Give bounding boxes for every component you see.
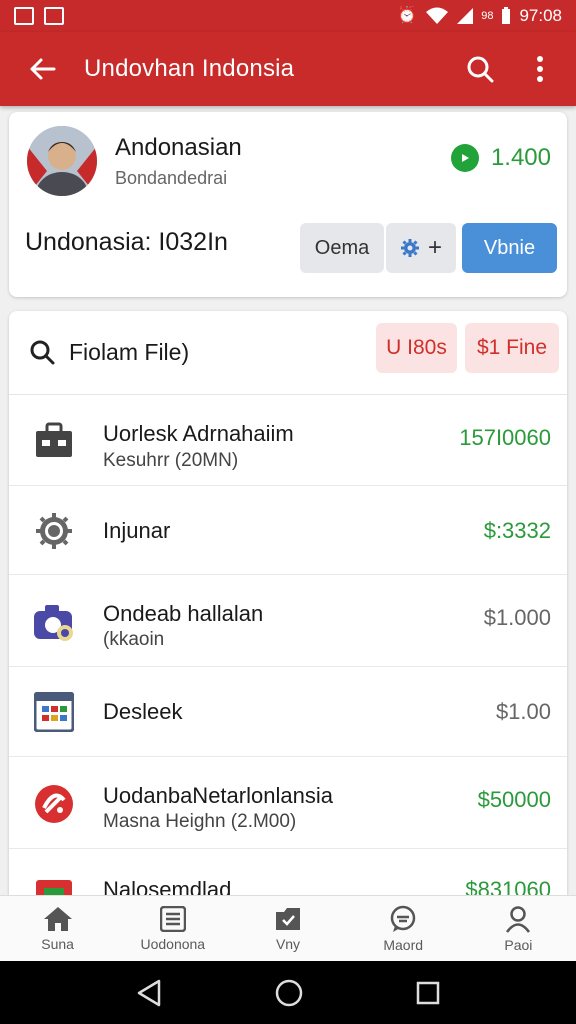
red-target-icon [33, 783, 75, 825]
list-item[interactable]: Ondeab hallalan (kkaoin $1.000 [9, 575, 567, 667]
network-label: 98 [481, 10, 494, 22]
nav-item-chat[interactable]: Maord [346, 896, 461, 961]
list-item[interactable]: Injunar $:3332 [9, 486, 567, 575]
nav-label: Paoi [504, 936, 533, 953]
avatar[interactable] [27, 126, 97, 196]
file-header: Fiolam File) U I80s $1 Fine [9, 311, 567, 395]
item-title: Ondeab hallalan [103, 601, 264, 626]
file-section-title: Fiolam File) [69, 339, 190, 365]
item-subtitle: (kkaoin [103, 629, 165, 650]
circle-home-icon [275, 979, 303, 1006]
page-title: Undovhan Indonsia [84, 55, 295, 82]
search-icon [467, 56, 494, 83]
home-icon [43, 906, 72, 931]
system-home-button[interactable] [275, 979, 303, 1007]
item-value: $50000 [477, 787, 551, 812]
square-recents-icon [416, 981, 439, 1004]
app-bar: Undovhan Indonsia [0, 32, 576, 106]
back-arrow-icon [30, 58, 56, 80]
camera-icon [33, 601, 75, 643]
vbnie-label: Vbnie [483, 236, 536, 259]
nav-item-list[interactable]: Uodonona [115, 896, 230, 961]
item-title: Desleek [103, 699, 183, 724]
add-symbol: + [427, 234, 442, 261]
balance-value: 1.400 [490, 144, 551, 171]
item-value: $1.00 [495, 699, 551, 724]
status-right: ⏰ 98 97:08 [397, 6, 562, 26]
gear-icon [33, 510, 75, 552]
oema-button[interactable]: Oema [300, 223, 384, 273]
file-list-card: Fiolam File) U I80s $1 Fine Uorlesk Adrn… [9, 311, 567, 911]
nav-label: Maord [383, 936, 424, 953]
status-time: 97:08 [519, 6, 562, 25]
item-title: Uorlesk Adrnahaiim [103, 421, 294, 446]
system-back-button[interactable] [136, 979, 162, 1007]
more-button[interactable] [510, 56, 570, 82]
list-icon [159, 905, 186, 932]
profile-subtitle: Bondandedrai [115, 168, 228, 188]
list-item[interactable]: UodanbaNetarlonlansia Masna Heighn (2.M0… [9, 757, 567, 849]
wifi-icon [426, 7, 449, 24]
nav-label: Suna [41, 935, 74, 952]
calendar-grid-icon [33, 691, 75, 733]
gear-icon [400, 239, 419, 257]
system-recents-button[interactable] [416, 981, 440, 1005]
item-subtitle: Kesuhrr (20MN) [103, 450, 239, 471]
search-button[interactable] [450, 55, 510, 83]
item-title: Injunar [103, 518, 171, 543]
profile-name: Andonasian [115, 134, 242, 161]
item-value: $1.000 [483, 605, 551, 630]
item-value: $:3332 [483, 518, 551, 543]
bottom-nav: Suna Uodonona Vny Maord Paoi [0, 895, 576, 961]
tag-icon [276, 907, 300, 930]
search-icon[interactable] [29, 339, 55, 365]
more-vert-icon [537, 56, 543, 82]
chat-icon [390, 905, 416, 932]
list-item[interactable]: Desleek $1.00 [9, 667, 567, 757]
profile-balance: 1.400 [450, 144, 551, 172]
profile-card: Andonasian Bondandedrai 1.400 Undonasia:… [9, 112, 567, 297]
triangle-back-icon [138, 979, 161, 1006]
signal-icon [457, 8, 474, 24]
nav-label: Uodonona [140, 935, 206, 952]
nav-item-tag[interactable]: Vny [230, 896, 345, 961]
settings-add-button[interactable]: + [386, 223, 456, 273]
system-nav-bar [0, 961, 576, 1024]
chip-videos[interactable]: U I80s [376, 323, 457, 373]
chip-videos-label: U I80s [386, 336, 447, 359]
briefcase-icon [33, 419, 75, 461]
oema-label: Oema [314, 236, 370, 259]
nav-item-home[interactable]: Suna [0, 896, 115, 961]
alarm-icon: ⏰ [397, 7, 418, 24]
item-value: 157I0060 [459, 425, 551, 450]
chip-fine-label: $1 Fine [476, 336, 548, 359]
status-left [14, 7, 64, 25]
back-button[interactable] [0, 57, 84, 81]
vbnie-button[interactable]: Vbnie [462, 223, 557, 273]
nav-item-profile[interactable]: Paoi [461, 896, 576, 961]
status-bar: ⏰ 98 97:08 [0, 0, 576, 32]
chip-fine[interactable]: $1 Fine [465, 323, 559, 373]
alert-triangle-icon [44, 7, 64, 25]
image-icon [14, 7, 34, 25]
list-item[interactable]: Uorlesk Adrnahaiim Kesuhrr (20MN) 157I00… [9, 395, 567, 486]
person-icon [506, 905, 531, 933]
check-circle-icon [450, 144, 479, 172]
battery-icon [502, 7, 511, 24]
item-title: UodanbaNetarlonlansia [103, 783, 333, 808]
profile-id: Undonasia: I032In [25, 228, 228, 256]
nav-label: Vny [275, 935, 301, 952]
item-subtitle: Masna Heighn (2.M00) [103, 811, 297, 832]
